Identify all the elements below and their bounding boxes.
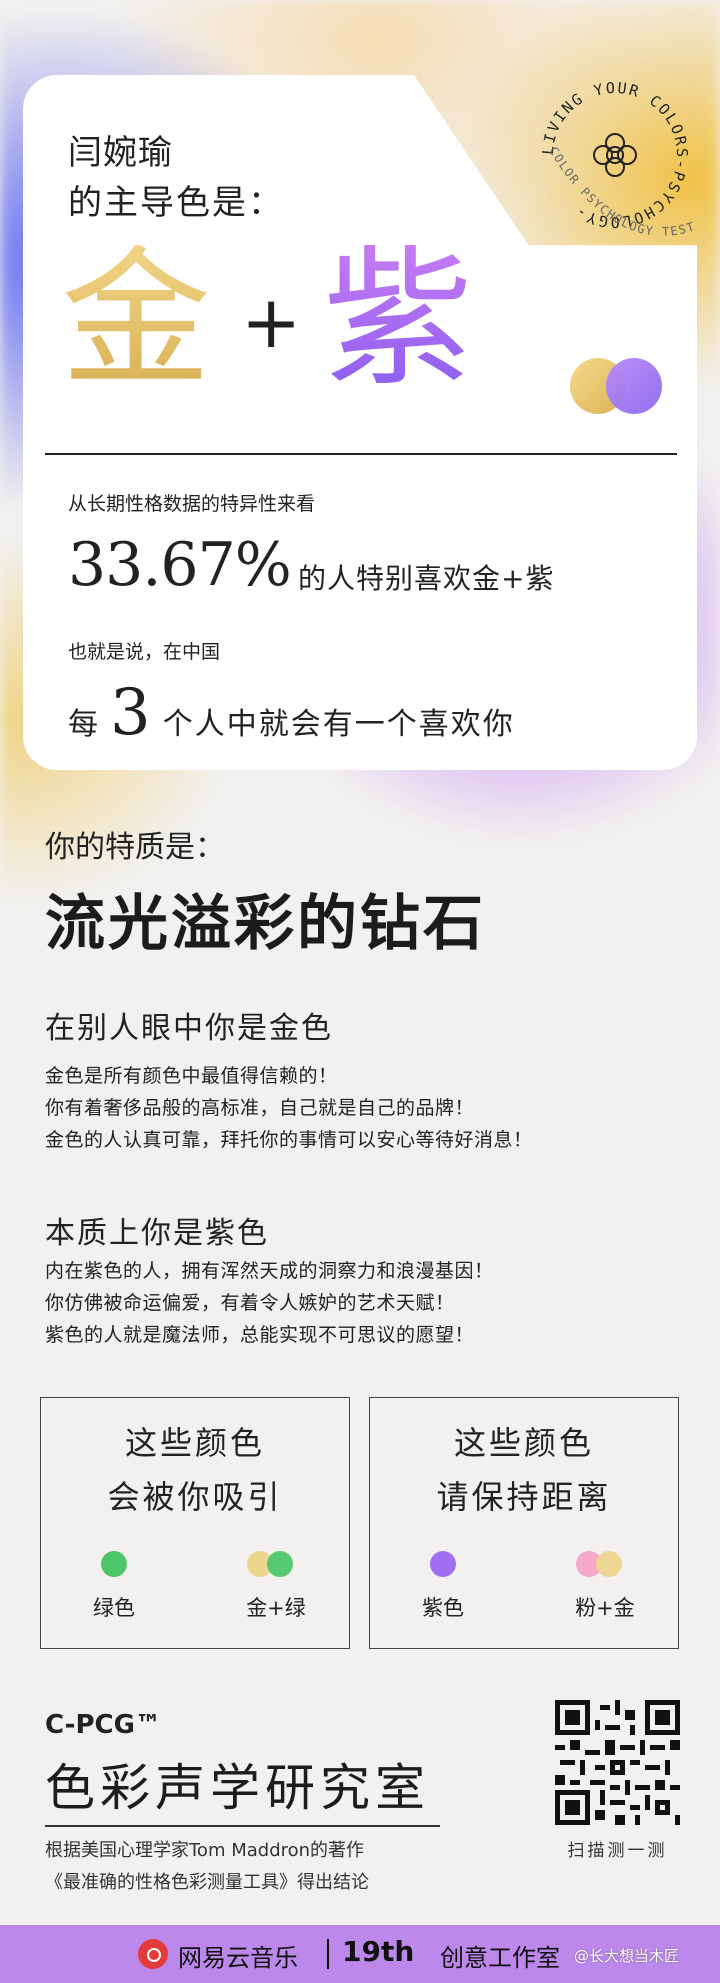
attract-box: 这些颜色 会被你吸引 绿色 金+绿 (40, 1397, 350, 1649)
avoid-title-2: 请保持距离 (436, 1478, 612, 1516)
qr-code-icon[interactable] (555, 1700, 680, 1825)
color-a-glyph: 金 (61, 233, 212, 407)
stat-tail: 的人特别喜欢金+紫 (298, 562, 555, 595)
also-text: 也就是说，在中国 (68, 641, 221, 663)
purple-swatch (606, 358, 662, 414)
others-view-line: 金色是所有颜色中最值得信赖的！ (45, 1065, 338, 1087)
green-swatch (101, 1551, 127, 1577)
others-view-title: 在别人眼中你是金色 (45, 1011, 333, 1046)
footer-separator (327, 1939, 329, 1969)
avoid-title-1: 这些颜色 (453, 1424, 594, 1462)
footer-studio-bold: 19th (342, 1935, 415, 1968)
avoid-item-label: 紫色 (422, 1596, 464, 1620)
traits-label: 你的特质是： (45, 830, 225, 865)
essence-title: 本质上你是紫色 (45, 1216, 269, 1251)
qr-label: 扫描测一测 (567, 1841, 668, 1861)
watermark: @长大想当木匠 (574, 1947, 680, 1965)
essence-line: 内在紫色的人，拥有浑然天成的洞察力和浪漫基因！ (45, 1260, 494, 1282)
brand-note-line: 根据美国心理学家Tom Maddron的著作 (45, 1840, 365, 1861)
gold-swatch-small (596, 1551, 622, 1577)
every-line: 每 3 个人中就会有一个喜欢你 (68, 676, 515, 750)
plus-sign: + (241, 280, 302, 364)
living-colors-badge-icon: LIVING YOUR COLORS-PSYCHOLOGY- - COLOR P… (520, 60, 696, 239)
color-b-glyph: 紫 (323, 233, 474, 407)
stat-intro: 从长期性格数据的特异性来看 (68, 493, 316, 515)
avoid-item-label: 粉+金 (575, 1596, 635, 1620)
others-view-line: 金色的人认真可靠，拜托你的事情可以安心等待好消息！ (45, 1129, 533, 1151)
essence-line: 你仿佛被命运偏爱，有着令人嫉妒的艺术天赋！ (45, 1292, 455, 1314)
essence-line: 紫色的人就是魔法师，总能实现不可思议的愿望！ (45, 1324, 475, 1346)
flower-icon (593, 133, 637, 177)
brand-title: 色彩声学研究室 (45, 1759, 430, 1817)
green-swatch-small (267, 1551, 293, 1577)
dominant-color-lead: 的主导色是： (68, 183, 284, 223)
every-pre: 每 (68, 707, 100, 742)
brand-divider (45, 1825, 440, 1827)
attract-item-label: 绿色 (93, 1596, 135, 1620)
brand-note: 根据美国心理学家Tom Maddron的著作 《最准确的性格色彩测量工具》得出结… (45, 1835, 369, 1899)
brand-tag: C-PCG™ (45, 1710, 161, 1740)
brand-note-line: 《最准确的性格色彩测量工具》得出结论 (45, 1872, 369, 1893)
purple-swatch-small (430, 1551, 456, 1577)
user-name: 闫婉瑜 (68, 133, 173, 173)
footer-bar: 网易云音乐 19th 创意工作室 @长大想当木匠 (0, 1925, 720, 1983)
others-view-line: 你有着奢侈品般的高标准，自己就是自己的品牌！ (45, 1097, 475, 1119)
footer-app-name: 网易云音乐 (178, 1944, 298, 1972)
netease-music-logo-icon (138, 1939, 168, 1969)
stat-percent: 33.67% (68, 530, 292, 600)
attract-title-1: 这些颜色 (124, 1424, 265, 1462)
essence-lines: 内在紫色的人，拥有浑然天成的洞察力和浪漫基因！ 你仿佛被命运偏爱，有着令人嫉妒的… (45, 1255, 494, 1351)
every-num: 3 (110, 676, 153, 750)
footer-studio: 创意工作室 (440, 1944, 560, 1972)
attract-title-2: 会被你吸引 (107, 1478, 283, 1516)
traits-title: 流光溢彩的钻石 (45, 889, 486, 959)
attract-item-label: 金+绿 (246, 1596, 306, 1620)
others-view-lines: 金色是所有颜色中最值得信赖的！ 你有着奢侈品般的高标准，自己就是自己的品牌！ 金… (45, 1060, 533, 1156)
every-post: 个人中就会有一个喜欢你 (162, 707, 515, 742)
avoid-box: 这些颜色 请保持距离 紫色 粉+金 (369, 1397, 679, 1649)
card-divider (45, 453, 677, 455)
